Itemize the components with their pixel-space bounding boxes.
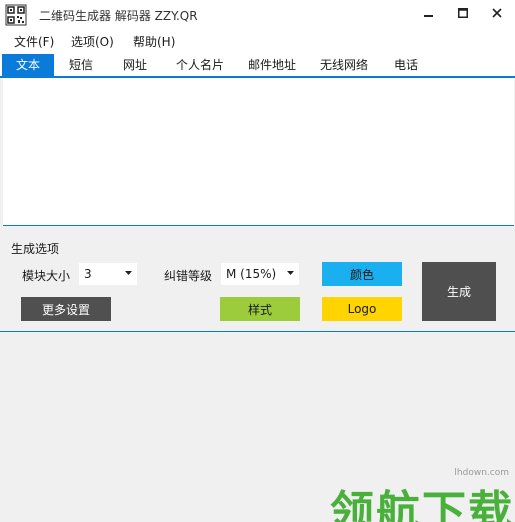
content-input[interactable]: [3, 78, 514, 226]
menu-help[interactable]: 帮助(H): [133, 33, 175, 50]
error-level-select[interactable]: M (15%): [221, 263, 299, 285]
module-size-select[interactable]: 3: [79, 263, 137, 285]
generate-button[interactable]: 生成: [422, 262, 496, 321]
minimize-button[interactable]: [416, 3, 442, 23]
more-settings-button[interactable]: 更多设置: [21, 297, 111, 321]
menu-file[interactable]: 文件(F): [14, 33, 54, 50]
minimize-icon: [424, 15, 433, 17]
window-title: 二维码生成器 解码器 ZZY.QR: [39, 9, 198, 23]
error-level-label: 纠错等级: [164, 269, 213, 283]
module-size-value: 3: [84, 267, 92, 281]
options-section-title: 生成选项: [11, 242, 60, 256]
maximize-icon: [458, 8, 468, 18]
watermark-text: 领航下载: [330, 487, 514, 522]
tab-url[interactable]: 网址: [112, 54, 158, 76]
color-button[interactable]: 颜色: [322, 262, 402, 286]
error-level-value: M (15%): [226, 267, 277, 281]
close-button[interactable]: [484, 3, 510, 23]
tab-sms[interactable]: 短信: [58, 54, 104, 76]
logo-button[interactable]: Logo: [322, 297, 402, 321]
qr-code-icon: [5, 4, 27, 26]
dropdown-arrow-icon: [125, 271, 132, 275]
tab-wifi[interactable]: 无线网络: [312, 54, 376, 76]
tab-business-card[interactable]: 个人名片: [168, 54, 232, 76]
generation-options-panel: 生成选项 模块大小 3 纠错等级 M (15%) 颜色 生成 更多设置 样式 L…: [0, 228, 515, 332]
menu-options[interactable]: 选项(O): [71, 33, 114, 50]
dropdown-arrow-icon: [287, 271, 294, 275]
tab-email[interactable]: 邮件地址: [240, 54, 304, 76]
tab-phone[interactable]: 电话: [384, 54, 428, 76]
close-icon: [492, 8, 502, 18]
module-size-label: 模块大小: [22, 269, 71, 283]
maximize-button[interactable]: [450, 3, 476, 23]
title-bar: 二维码生成器 解码器 ZZY.QR: [0, 0, 515, 28]
tab-text[interactable]: 文本: [2, 54, 54, 76]
tab-bar: 文本 短信 网址 个人名片 邮件地址 无线网络 电话: [0, 54, 515, 78]
menu-bar: 文件(F) 选项(O) 帮助(H): [0, 28, 515, 54]
style-button[interactable]: 样式: [220, 297, 300, 321]
